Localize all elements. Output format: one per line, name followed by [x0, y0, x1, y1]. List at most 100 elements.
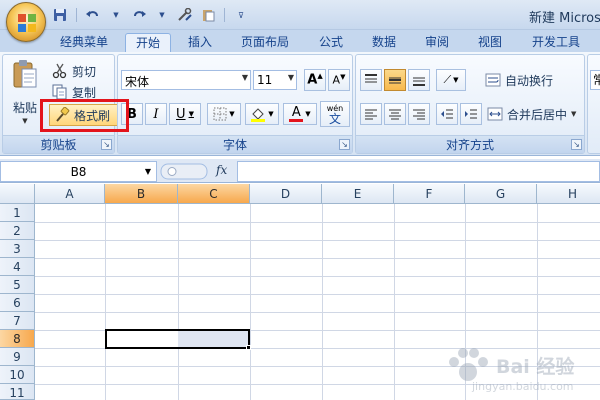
paste-icon[interactable] [198, 6, 218, 24]
align-left-icon [365, 109, 377, 120]
fill-handle[interactable] [246, 345, 251, 350]
column-header-f[interactable]: F [394, 184, 465, 204]
merge-cells-icon [487, 107, 503, 121]
office-button[interactable] [6, 2, 46, 42]
increase-indent-button[interactable] [460, 103, 482, 125]
alignment-group: ⟋ ▼ 自动换行 合并后居中 ▼ 对齐方式 ↘ [355, 54, 585, 154]
column-header-e[interactable]: E [322, 184, 394, 204]
select-all-corner[interactable] [0, 184, 35, 204]
tab-review[interactable]: 审阅 [417, 33, 457, 52]
font-name-value: 宋体 [125, 75, 150, 89]
orientation-icon: ⟋ [443, 73, 452, 86]
row-header-7[interactable]: 7 [0, 312, 35, 330]
undo-dropdown-icon[interactable]: ▼ [106, 6, 126, 24]
font-launcher-icon[interactable]: ↘ [339, 139, 350, 150]
formula-input[interactable] [237, 161, 600, 182]
underline-label: U [176, 106, 186, 122]
alignment-group-label: 对齐方式 [356, 135, 584, 153]
row-header-2[interactable]: 2 [0, 222, 35, 240]
chevron-down-icon: ▼ [571, 110, 577, 118]
font-color-glyph: A [291, 104, 301, 120]
clipboard-group-label: 剪贴板 [3, 135, 114, 153]
font-group: 宋体 ▼ 11 ▼ A▲ A▼ B I U ▼ ▼ ▼ A ▼ wén 文 字体… [117, 54, 353, 154]
clipboard-launcher-icon[interactable]: ↘ [101, 139, 112, 150]
undo-icon[interactable] [83, 6, 103, 24]
font-size-select[interactable]: 11 ▼ [253, 70, 297, 90]
column-header-d[interactable]: D [250, 184, 322, 204]
baidu-jingyan-watermark: Bai 经验 jingyan.baidu.com [440, 344, 600, 400]
borders-button[interactable]: ▼ [207, 103, 241, 125]
format-painter-highlight [40, 99, 129, 132]
gridline [35, 294, 600, 295]
fill-color-button[interactable]: ▼ [245, 103, 279, 125]
title-bar: ▼ ▼ ⊽ 新建 Microsoft [0, 0, 600, 30]
orientation-button[interactable]: ⟋ ▼ [436, 69, 466, 91]
number-format-select[interactable]: 常 [590, 70, 600, 90]
phonetic-button[interactable]: wén 文 [320, 101, 350, 127]
tab-page-layout[interactable]: 页面布局 [236, 33, 294, 52]
row-header-11[interactable]: 11 [0, 384, 35, 400]
row-header-6[interactable]: 6 [0, 294, 35, 312]
font-name-select[interactable]: 宋体 ▼ [121, 70, 251, 90]
tab-data[interactable]: 数据 [364, 33, 404, 52]
cut-button[interactable]: 剪切 [52, 61, 96, 81]
tab-developer[interactable]: 开发工具 [526, 33, 586, 52]
align-bottom-button[interactable] [408, 69, 430, 91]
fill-bucket-icon [251, 108, 266, 122]
column-header-a[interactable]: A [35, 184, 105, 204]
chevron-down-icon: ▼ [287, 73, 294, 82]
align-right-button[interactable] [408, 103, 430, 125]
align-top-button[interactable] [360, 69, 382, 91]
tab-classic-menu[interactable]: 经典菜单 [50, 33, 118, 52]
row-header-4[interactable]: 4 [0, 258, 35, 276]
row-header-5[interactable]: 5 [0, 276, 35, 294]
tab-insert[interactable]: 插入 [180, 33, 220, 52]
qat-separator [224, 8, 225, 22]
redo-dropdown-icon[interactable]: ▼ [152, 6, 172, 24]
insert-function-button[interactable]: fx [216, 163, 227, 177]
font-color-button[interactable]: A ▼ [283, 103, 317, 125]
name-box[interactable]: B8 ▼ [0, 161, 157, 182]
align-center-button[interactable] [384, 103, 406, 125]
increase-font-button[interactable]: A▲ [304, 69, 326, 91]
column-header-h[interactable]: H [537, 184, 600, 204]
tab-formulas[interactable]: 公式 [311, 33, 351, 52]
column-header-b[interactable]: B [105, 184, 178, 204]
paste-button[interactable]: 粘贴 ▼ [6, 57, 44, 131]
underline-button[interactable]: U ▼ [169, 103, 201, 125]
row-header-10[interactable]: 10 [0, 366, 35, 384]
redo-icon[interactable] [129, 6, 149, 24]
chevron-down-icon: ▼ [268, 110, 274, 118]
tools-icon[interactable] [175, 6, 195, 24]
copy-icon [52, 84, 67, 100]
decrease-font-icon: A▼ [332, 73, 346, 87]
qat-separator [76, 8, 77, 22]
office-logo-icon [18, 14, 36, 32]
formula-bar-handle-icon[interactable] [160, 162, 210, 181]
chevron-down-icon: ▼ [305, 110, 311, 118]
customize-icon[interactable]: ⊽ [231, 6, 251, 24]
active-selection-b8-c8[interactable] [105, 329, 250, 349]
alignment-launcher-icon[interactable]: ↘ [571, 139, 582, 150]
save-icon[interactable] [50, 6, 70, 24]
chevron-down-icon: ▼ [453, 76, 459, 84]
window-title: 新建 Microsoft [529, 11, 600, 26]
increase-font-icon: A▲ [307, 72, 323, 88]
row-header-3[interactable]: 3 [0, 240, 35, 258]
row-header-9[interactable]: 9 [0, 348, 35, 366]
row-header-1[interactable]: 1 [0, 204, 35, 222]
merge-center-button[interactable]: 合并后居中 ▼ [487, 104, 576, 124]
decrease-font-button[interactable]: A▼ [328, 69, 350, 91]
tab-home[interactable]: 开始 [125, 33, 171, 52]
align-left-button[interactable] [360, 103, 382, 125]
wrap-text-button[interactable]: 自动换行 [485, 70, 553, 90]
paste-dropdown-icon: ▼ [22, 117, 28, 125]
column-header-g[interactable]: G [465, 184, 537, 204]
row-header-8[interactable]: 8 [0, 330, 35, 348]
decrease-indent-button[interactable] [436, 103, 458, 125]
align-middle-button[interactable] [384, 69, 406, 91]
column-header-c[interactable]: C [178, 184, 250, 204]
italic-button[interactable]: I [145, 103, 167, 125]
quick-access-toolbar: ▼ ▼ ⊽ [50, 5, 251, 25]
tab-view[interactable]: 视图 [470, 33, 510, 52]
